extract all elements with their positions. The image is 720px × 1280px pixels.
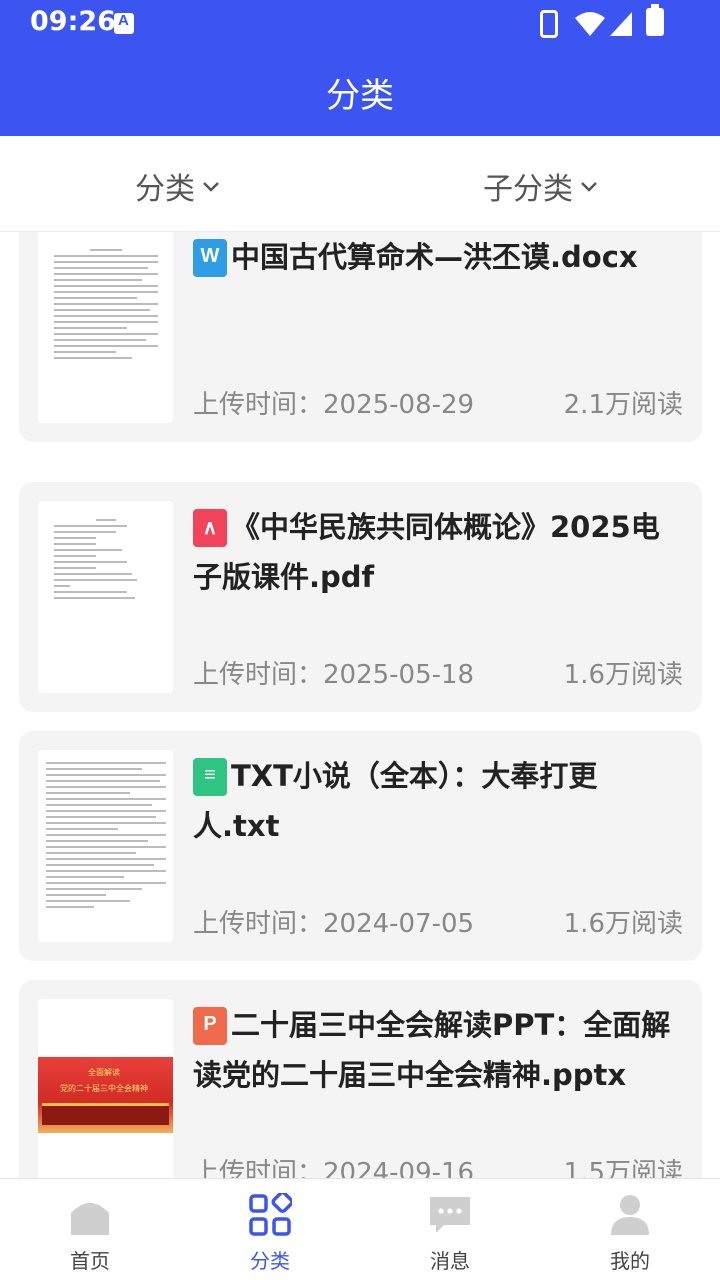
signal-icon bbox=[610, 12, 632, 36]
upload-date: 上传时间：2025-08-29 bbox=[193, 390, 475, 420]
document-card[interactable]: ≡ TXT小说（全本）：大奉打更人.txt 上传时间：2024-07-05 1.… bbox=[19, 731, 702, 961]
ppt-thumbnail-banner: 全面解读 党的二十届三中全会精神 bbox=[38, 1057, 173, 1133]
document-title: 中国古代算命术—洪丕谟.docx bbox=[231, 240, 638, 274]
document-list[interactable]: W 中国古代算命术—洪丕谟.docx 上传时间：2025-08-29 2.1万阅… bbox=[0, 232, 720, 1178]
tab-label: 分类 bbox=[250, 1249, 290, 1273]
chevron-down-icon bbox=[581, 182, 597, 192]
app-header: 分类 bbox=[0, 48, 720, 136]
temple-illustration bbox=[42, 1103, 169, 1125]
page-title: 分类 bbox=[326, 76, 394, 116]
ppt-thumbnail-text: 全面解读 bbox=[88, 1068, 120, 1077]
document-card[interactable]: ∧ 《中华民族共同体概论》2025电子版课件.pdf 上传时间：2025-05-… bbox=[19, 482, 702, 712]
read-count: 1.5万阅读 bbox=[563, 1158, 683, 1178]
tab-category[interactable]: 分类 bbox=[180, 1179, 360, 1280]
notification-a-icon bbox=[114, 12, 134, 34]
upload-date: 上传时间：2024-09-16 bbox=[193, 1158, 475, 1178]
subcategory-filter-dropdown[interactable]: 子分类 bbox=[483, 164, 599, 208]
tab-label: 我的 bbox=[610, 1249, 650, 1273]
document-title: TXT小说（全本）：大奉打更人.txt bbox=[193, 759, 598, 843]
home-icon bbox=[71, 1203, 109, 1235]
tab-messages[interactable]: 消息 bbox=[360, 1179, 540, 1280]
document-thumbnail bbox=[38, 750, 173, 942]
read-count: 2.1万阅读 bbox=[563, 390, 683, 420]
category-filter-label: 分类 bbox=[135, 172, 195, 207]
read-count: 1.6万阅读 bbox=[563, 660, 683, 690]
bottom-tab-bar: 首页 分类 消息 我的 bbox=[0, 1178, 720, 1280]
tab-home[interactable]: 首页 bbox=[0, 1179, 180, 1280]
status-time: 09:26 bbox=[30, 6, 116, 37]
read-count: 1.6万阅读 bbox=[563, 909, 683, 939]
filter-bar: 分类 子分类 bbox=[0, 136, 720, 232]
upload-date: 上传时间：2024-07-05 bbox=[193, 909, 475, 939]
tab-profile[interactable]: 我的 bbox=[540, 1179, 720, 1280]
tab-label: 首页 bbox=[70, 1249, 110, 1273]
wifi-icon bbox=[575, 12, 605, 36]
document-thumbnail bbox=[38, 501, 173, 693]
upload-date: 上传时间：2025-05-18 bbox=[193, 660, 475, 690]
message-icon bbox=[430, 1197, 470, 1233]
ppt-thumbnail-text: 党的二十届三中全会精神 bbox=[60, 1084, 148, 1093]
profile-icon bbox=[611, 1195, 649, 1235]
document-card[interactable]: W 中国古代算命术—洪丕谟.docx 上传时间：2025-08-29 2.1万阅… bbox=[19, 232, 702, 442]
chevron-down-icon bbox=[203, 182, 219, 192]
category-grid-icon bbox=[249, 1193, 292, 1236]
tab-label: 消息 bbox=[430, 1249, 470, 1273]
document-card[interactable]: 全面解读 党的二十届三中全会精神 P 二十届三中全会解读PPT：全面解读党的二十… bbox=[19, 980, 702, 1178]
phone-icon bbox=[540, 10, 558, 38]
document-title: 《中华民族共同体概论》2025电子版课件.pdf bbox=[193, 510, 660, 594]
status-bar: 09:26 bbox=[0, 0, 720, 48]
category-filter-dropdown[interactable]: 分类 bbox=[135, 164, 221, 208]
document-title: 二十届三中全会解读PPT：全面解读党的二十届三中全会精神.pptx bbox=[193, 1008, 671, 1092]
battery-icon bbox=[646, 4, 664, 36]
document-thumbnail: 全面解读 党的二十届三中全会精神 bbox=[38, 999, 173, 1178]
subcategory-filter-label: 子分类 bbox=[483, 172, 573, 207]
document-thumbnail bbox=[38, 232, 173, 423]
